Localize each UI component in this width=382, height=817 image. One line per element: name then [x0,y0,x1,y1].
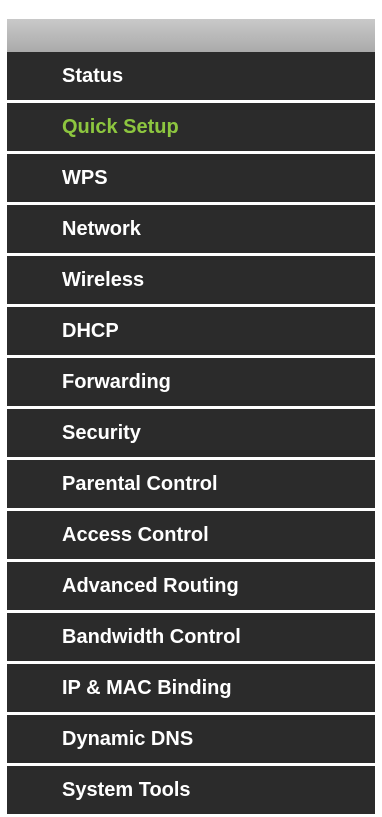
menu-item-advanced-routing[interactable]: Advanced Routing [7,562,375,610]
menu-item-system-tools[interactable]: System Tools [7,766,375,814]
menu-item-label: Status [62,64,124,87]
menu-item-status[interactable]: Status [7,52,375,100]
menu-item-label: Advanced Routing [62,574,239,597]
menu-item-label: System Tools [62,778,191,801]
menu-item-bandwidth-control[interactable]: Bandwidth Control [7,613,375,661]
menu-item-ip-mac-binding[interactable]: IP & MAC Binding [7,664,375,712]
menu-item-label: Forwarding [62,370,171,393]
menu-item-label: Network [62,217,141,240]
menu-item-label: Dynamic DNS [62,727,194,750]
side-menu: Status Quick Setup WPS Network Wireless … [7,0,375,814]
menu-item-label: Access Control [62,523,209,546]
menu-item-label: IP & MAC Binding [62,676,232,699]
menu-item-dynamic-dns[interactable]: Dynamic DNS [7,715,375,763]
menu-item-label: Parental Control [62,472,218,495]
menu-item-wireless[interactable]: Wireless [7,256,375,304]
menu-item-security[interactable]: Security [7,409,375,457]
menu-item-label: Bandwidth Control [62,625,241,648]
menu-header-bar [7,19,375,52]
menu-item-access-control[interactable]: Access Control [7,511,375,559]
menu-item-quick-setup[interactable]: Quick Setup [7,103,375,151]
menu-item-label: DHCP [62,319,119,342]
menu-item-parental-control[interactable]: Parental Control [7,460,375,508]
menu-item-wps[interactable]: WPS [7,154,375,202]
menu-item-label: Quick Setup [62,115,179,138]
menu-item-label: WPS [62,166,108,189]
menu-item-network[interactable]: Network [7,205,375,253]
menu-item-dhcp[interactable]: DHCP [7,307,375,355]
menu-list: Status Quick Setup WPS Network Wireless … [7,52,375,817]
menu-item-label: Wireless [62,268,145,291]
menu-item-forwarding[interactable]: Forwarding [7,358,375,406]
menu-item-label: Security [62,421,141,444]
